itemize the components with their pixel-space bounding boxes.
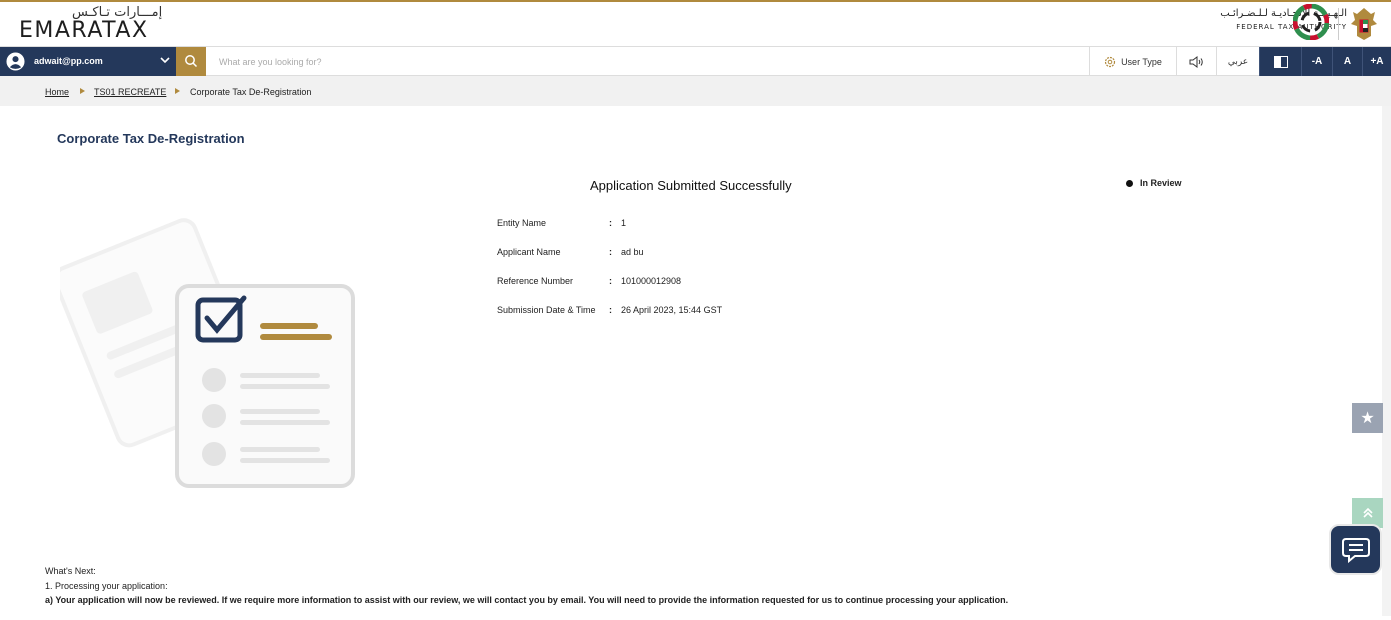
breadcrumb-parent[interactable]: TS01 RECREATE <box>94 87 166 97</box>
detail-colon: : <box>609 276 612 286</box>
whats-next-step-1: 1. Processing your application: <box>45 580 168 591</box>
detail-colon: : <box>609 305 612 315</box>
search-button[interactable] <box>176 47 206 76</box>
user-type-button[interactable]: User Type <box>1089 47 1176 76</box>
authority-english-name: FEDERAL TAX AUTHORITY <box>1236 23 1347 31</box>
uae-emblem-icon <box>1351 8 1377 40</box>
detail-value: 1 <box>621 218 627 228</box>
detail-label: Entity Name <box>497 218 547 228</box>
header-divider <box>1338 8 1339 40</box>
breadcrumb-home[interactable]: Home <box>45 87 69 97</box>
success-heading: Application Submitted Successfully <box>590 178 792 193</box>
status-dot-icon <box>1126 179 1133 187</box>
contrast-toggle-button[interactable] <box>1259 47 1301 76</box>
breadcrumb-current: Corporate Tax De-Registration <box>190 87 312 97</box>
document-checklist-illustration <box>60 218 355 488</box>
user-email: adwait@pp.com <box>34 56 103 66</box>
breadcrumb: Home TS01 RECREATE Corporate Tax De-Regi… <box>0 76 1391 106</box>
user-type-label: User Type <box>1121 56 1162 67</box>
whats-next-heading: What's Next: <box>45 566 96 576</box>
fta-logo-icon <box>1293 4 1329 40</box>
detail-label: Submission Date & Time <box>497 305 596 315</box>
favourite-button[interactable]: ★ <box>1352 403 1383 433</box>
gear-icon <box>1104 56 1116 67</box>
whats-next-line-a: a) Your application will now be reviewed… <box>45 595 1009 605</box>
font-decrease-button[interactable]: -A <box>1301 47 1332 76</box>
search-input[interactable] <box>206 47 1088 76</box>
detail-colon: : <box>609 218 612 228</box>
page-scrollbar[interactable] <box>1382 106 1391 616</box>
audio-button[interactable] <box>1176 47 1216 76</box>
detail-label: Applicant Name <box>497 247 561 257</box>
chat-icon <box>1341 537 1370 563</box>
speaker-icon <box>1189 55 1203 68</box>
search-icon <box>185 55 198 68</box>
emaratax-logo[interactable]: EMARATAX <box>19 18 149 43</box>
detail-value: 26 April 2023, 15:44 GST <box>621 305 723 315</box>
status-label: In Review <box>1140 178 1182 188</box>
arabic-language-button[interactable]: عربي <box>1216 47 1259 76</box>
detail-colon: : <box>609 247 612 257</box>
font-increase-button[interactable]: +A <box>1362 47 1391 76</box>
page-title: Corporate Tax De-Registration <box>57 131 245 146</box>
font-normal-button[interactable]: A <box>1332 47 1362 76</box>
detail-value: 101000012908 <box>621 276 682 286</box>
chat-button[interactable] <box>1329 524 1382 575</box>
breadcrumb-separator-icon <box>175 88 180 94</box>
breadcrumb-separator-icon <box>80 88 85 94</box>
chevron-down-icon <box>160 57 170 64</box>
star-icon: ★ <box>1360 410 1375 427</box>
detail-value: ad bu <box>621 247 644 257</box>
user-avatar-icon <box>6 52 25 71</box>
whats-next-section: What's Next: 1. Processing your applicat… <box>45 564 1345 608</box>
user-menu[interactable]: adwait@pp.com <box>0 47 176 76</box>
site-header: إمـــارات تـاكـس EMARATAX الـهـيـئـة الا… <box>0 2 1391 46</box>
top-toolbar: adwait@pp.com User Type عربي -A A +A <box>0 46 1391 76</box>
contrast-icon <box>1273 55 1288 68</box>
double-chevron-up-icon <box>1362 507 1373 518</box>
status-badge: In Review <box>1126 178 1182 188</box>
detail-label: Reference Number <box>497 276 574 286</box>
